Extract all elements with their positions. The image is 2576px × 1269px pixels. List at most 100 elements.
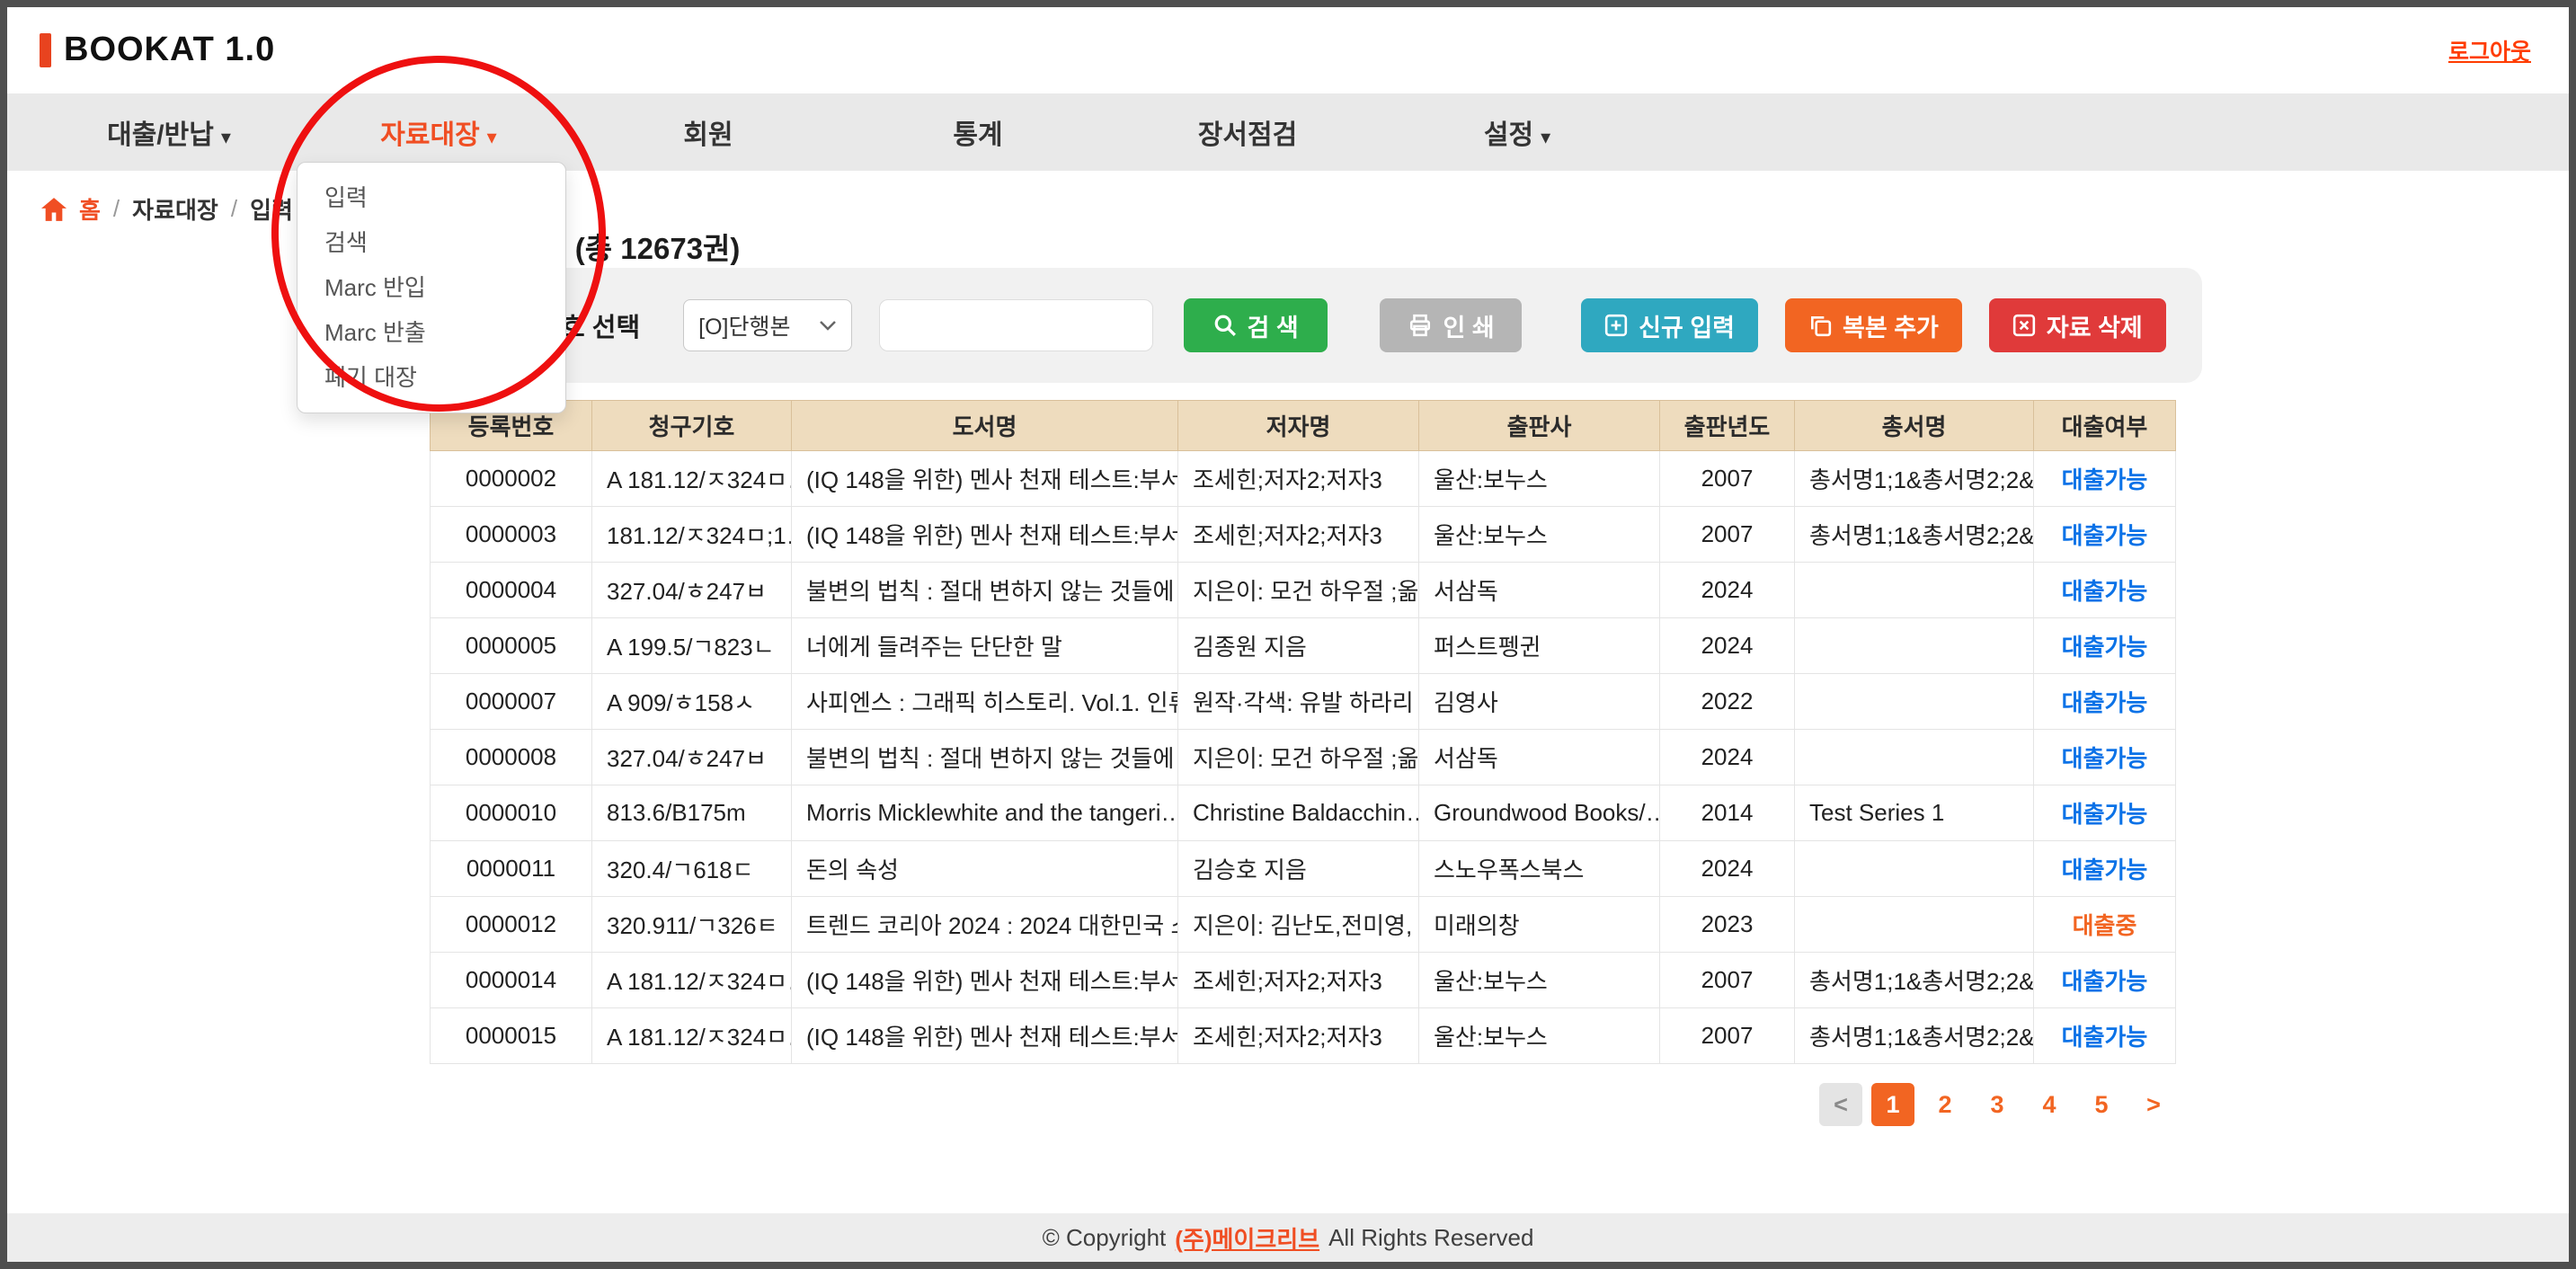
pagination: < 12345 > [430,1083,2175,1126]
cell-publication-year: 2014 [1660,785,1795,841]
pagination-pages: 12345 [1871,1083,2123,1126]
nav-item-loan-return[interactable]: 대출/반납▾ [34,112,304,152]
cell-registration-number: 0000007 [431,674,592,730]
breadcrumb-separator: / [231,195,237,223]
cell-author: 지은이: 모건 하우절 ;옮… [1178,730,1419,785]
cell-series-title [1795,897,2034,953]
cell-book-title: 너에게 들려주는 단단한 말 [792,618,1178,674]
pagination-prev-button[interactable]: < [1819,1083,1862,1126]
cell-book-title: (IQ 148을 위한) 멘사 천재 테스트:부서명… [792,507,1178,563]
cell-series-title [1795,674,2034,730]
company-link[interactable]: (주)메이크리브 [1175,1221,1319,1255]
table-row[interactable]: 0000015A 181.12/ㅈ324ㅁ…(IQ 148을 위한) 멘사 천재… [431,1008,2176,1064]
cell-publication-year: 2007 [1660,507,1795,563]
menu-item-marc-import[interactable]: Marc 반입 [298,265,565,310]
nav-item-settings[interactable]: 설정 ▾ [1382,112,1652,152]
cell-loan-status: 대출가능 [2034,785,2176,841]
breadcrumb-separator: / [113,195,120,223]
pagination-next-button[interactable]: > [2132,1083,2175,1126]
cell-publisher: 울산:보누스 [1419,1008,1660,1064]
cell-series-title: 총서명1;1&총서명2;2&… [1795,507,2034,563]
nav-item-label: 설정 [1484,120,1533,150]
page-button-1[interactable]: 1 [1871,1083,1914,1126]
cell-call-number: A 909/ㅎ158ㅅ [592,674,792,730]
table-row[interactable]: 0000014A 181.12/ㅈ324ㅁ…(IQ 148을 위한) 멘사 천재… [431,953,2176,1008]
delete-material-button[interactable]: 자료 삭제 [1989,298,2166,352]
cell-loan-status: 대출가능 [2034,730,2176,785]
caret-down-icon: ▾ [1541,126,1550,148]
search-icon [1213,314,1237,337]
breadcrumb-home[interactable]: 홈 [79,192,101,226]
new-entry-button[interactable]: 신규 입력 [1581,298,1758,352]
cell-call-number: 813.6/B175m [592,785,792,841]
cell-loan-status: 대출가능 [2034,841,2176,897]
cell-author: 김종원 지음 [1178,618,1419,674]
caret-down-icon: ▾ [221,126,231,148]
logo-accent-bar [40,33,51,67]
table-row[interactable]: 0000003181.12/ㅈ324ㅁ;1…(IQ 148을 위한) 멘사 천재… [431,507,2176,563]
print-button[interactable]: 인 쇄 [1380,298,1522,352]
cell-call-number: 320.4/ㄱ618ㄷ [592,841,792,897]
cell-registration-number: 0000002 [431,451,592,507]
cell-loan-status: 대출가능 [2034,1008,2176,1064]
cell-author: 김승호 지음 [1178,841,1419,897]
chevron-down-icon [819,319,837,332]
menu-item-disposal-ledger[interactable]: 폐기 대장 [298,355,565,400]
menu-item-search[interactable]: 검색 [298,220,565,265]
table-header-row: 등록번호청구기호도서명저자명출판사출판년도총서명대출여부 [431,401,2176,451]
page-button-3[interactable]: 3 [1976,1083,2019,1126]
add-copy-button[interactable]: 복본 추가 [1785,298,1962,352]
table-row[interactable]: 0000002A 181.12/ㅈ324ㅁ…(IQ 148을 위한) 멘사 천재… [431,451,2176,507]
breadcrumb-level2[interactable]: 입력 [250,192,293,226]
caret-down-icon: ▾ [487,126,497,148]
table-row[interactable]: 0000011320.4/ㄱ618ㄷ돈의 속성김승호 지음스노우폭스북스2024… [431,841,2176,897]
cell-publisher: 스노우폭스북스 [1419,841,1660,897]
cell-series-title [1795,618,2034,674]
copyright-prefix: © Copyright [1043,1224,1167,1252]
page-button-5[interactable]: 5 [2080,1083,2123,1126]
nav-item-statistics[interactable]: 통계 [843,112,1113,152]
cell-series-title: Test Series 1 [1795,785,2034,841]
table-row[interactable]: 0000007A 909/ㅎ158ㅅ사피엔스 : 그래픽 히스토리. Vol.1… [431,674,2176,730]
cell-registration-number: 0000003 [431,507,592,563]
column-header: 총서명 [1795,401,2034,451]
nav-item-materials-ledger[interactable]: 자료대장▾ [304,112,573,152]
cell-loan-status: 대출가능 [2034,618,2176,674]
table-row[interactable]: 0000012320.911/ㄱ326ㅌ트렌드 코리아 2024 : 2024 … [431,897,2176,953]
table-row[interactable]: 0000010813.6/B175mMorris Micklewhite and… [431,785,2176,841]
cell-registration-number: 0000011 [431,841,592,897]
menu-item-input[interactable]: 입력 [298,175,565,220]
logout-link[interactable]: 로그아웃 [2448,34,2531,67]
cell-series-title [1795,730,2034,785]
delete-square-icon [2012,314,2036,337]
nav-item-members[interactable]: 회원 [573,112,843,152]
cell-publisher: 울산:보누스 [1419,953,1660,1008]
search-input[interactable] [879,299,1153,351]
cell-series-title: 총서명1;1&총서명2;2&… [1795,953,2034,1008]
cell-author: 조세힌;저자2;저자3 [1178,451,1419,507]
cell-author: 조세힌;저자2;저자3 [1178,507,1419,563]
cell-call-number: 181.12/ㅈ324ㅁ;1… [592,507,792,563]
cell-publication-year: 2007 [1660,953,1795,1008]
page-button-4[interactable]: 4 [2028,1083,2071,1126]
breadcrumb-level1[interactable]: 자료대장 [132,192,218,226]
search-button[interactable]: 검 색 [1184,298,1328,352]
cell-book-title: 돈의 속성 [792,841,1178,897]
menu-item-marc-export[interactable]: Marc 반출 [298,310,565,355]
table-row[interactable]: 0000004327.04/ㅎ247ㅂ불변의 법칙 : 절대 변하지 않는 것들… [431,563,2176,618]
cell-author: 조세힌;저자2;저자3 [1178,953,1419,1008]
cell-publication-year: 2007 [1660,451,1795,507]
cell-book-title: 트렌드 코리아 2024 : 2024 대한민국 소… [792,897,1178,953]
cell-author: Christine Baldacchin… [1178,785,1419,841]
table-row[interactable]: 0000008327.04/ㅎ247ㅂ불변의 법칙 : 절대 변하지 않는 것들… [431,730,2176,785]
cell-registration-number: 0000015 [431,1008,592,1064]
footer: © Copyright (주)메이크리브 All Rights Reserved [7,1213,2569,1262]
table-row[interactable]: 0000005A 199.5/ㄱ823ㄴ너에게 들려주는 단단한 말김종원 지음… [431,618,2176,674]
cell-publication-year: 2022 [1660,674,1795,730]
cell-publisher: 미래의창 [1419,897,1660,953]
material-type-select[interactable]: [O]단행본 [683,299,852,351]
materials-dropdown-menu: 입력 검색 Marc 반입 Marc 반출 폐기 대장 [297,162,566,413]
cell-publication-year: 2007 [1660,1008,1795,1064]
nav-item-collection-check[interactable]: 장서점검 [1113,112,1382,152]
page-button-2[interactable]: 2 [1923,1083,1967,1126]
